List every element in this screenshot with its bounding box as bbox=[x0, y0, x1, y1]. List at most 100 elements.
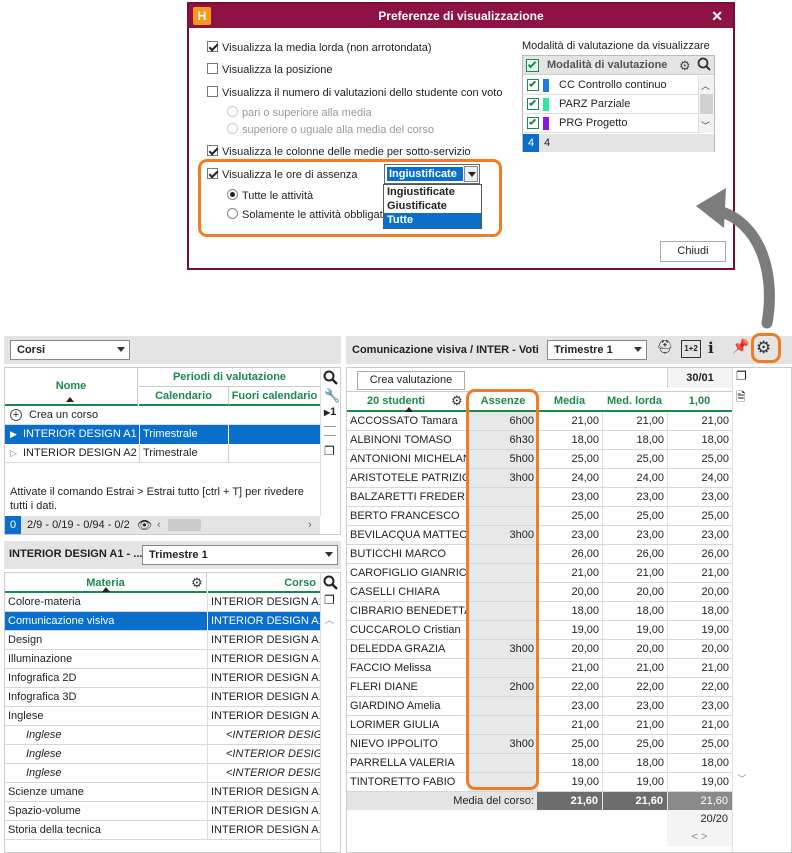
subject-row[interactable]: Illuminazione INTERIOR DESIGN A1 bbox=[5, 650, 320, 669]
chevron-left-icon[interactable]: ‹ bbox=[157, 516, 161, 534]
create-course-row[interactable]: + Crea un corso bbox=[5, 406, 320, 425]
student-row[interactable]: DELEDDA GRAZIA 3h00 20,00 20,00 20,00 bbox=[347, 640, 732, 659]
trimestre-select[interactable]: Trimestre 1 bbox=[142, 545, 338, 565]
copy-icon[interactable]: ❐ bbox=[324, 444, 335, 458]
checkbox-checked-icon[interactable] bbox=[527, 98, 539, 110]
subject-row[interactable]: Design INTERIOR DESIGN A1 bbox=[5, 631, 320, 650]
student-row[interactable]: CUCCAROLO Cristian 19,00 19,00 19,00 bbox=[347, 621, 732, 640]
checkbox-checked-icon[interactable] bbox=[207, 41, 218, 52]
chevron-up-icon[interactable]: ︿ bbox=[701, 79, 710, 92]
gear-icon[interactable]: ⚙ bbox=[679, 58, 691, 74]
sub-option-pari[interactable]: pari o superiore alla media bbox=[227, 106, 372, 119]
student-row[interactable]: CASELLI CHIARA 20,00 20,00 20,00 bbox=[347, 583, 732, 602]
radio-icon[interactable] bbox=[227, 208, 238, 219]
student-row[interactable]: GIARDINO Amelia 23,00 23,00 23,00 bbox=[347, 697, 732, 716]
document-icon[interactable]: 🗎 bbox=[736, 388, 746, 409]
subject-row[interactable]: Infografica 2D INTERIOR DESIGN A1 bbox=[5, 669, 320, 688]
col-calendario-header[interactable]: Calendario bbox=[139, 387, 229, 406]
students-header[interactable]: 20 studenti bbox=[367, 395, 425, 407]
course-row-selected[interactable]: ▶ INTERIOR DESIGN A1 Trimestrale bbox=[5, 425, 320, 444]
gear-icon[interactable]: ⚙ bbox=[191, 573, 203, 593]
option-colonne-medie[interactable]: Visualizza le colonne delle medie per so… bbox=[207, 145, 471, 158]
dropdown-arrow-icon[interactable] bbox=[464, 166, 478, 182]
modalita-row[interactable]: PRG Progetto bbox=[523, 114, 698, 133]
subject-row[interactable]: Comunicazione visiva INTERIOR DESIGN A1 bbox=[5, 612, 320, 631]
assessment-date[interactable]: 30/01 bbox=[667, 368, 732, 388]
copy-icon[interactable]: ❐ bbox=[736, 369, 747, 383]
dropdown-option[interactable]: Ingiustificate bbox=[384, 185, 481, 199]
check-all-icon[interactable] bbox=[526, 59, 539, 72]
create-assessment-button[interactable]: Crea valutazione bbox=[357, 371, 465, 390]
trimestre-select[interactable]: Trimestre 1 bbox=[547, 340, 647, 360]
radio-tutte[interactable]: Tutte le attività bbox=[227, 189, 313, 202]
student-row[interactable]: BUTICCHI MARCO 26,00 26,00 26,00 bbox=[347, 545, 732, 564]
wrench-icon[interactable]: 🔧 bbox=[324, 388, 340, 404]
radio-selected-icon[interactable] bbox=[227, 189, 238, 200]
scroll-thumb[interactable] bbox=[700, 94, 713, 114]
student-row[interactable]: ARISTOTELE PATRIZIO 3h00 24,00 24,00 24,00 bbox=[347, 469, 732, 488]
subject-row[interactable]: Inglese <INTERIOR DESIG bbox=[5, 745, 320, 764]
subject-row[interactable]: Spazio-volume INTERIOR DESIGN A1 bbox=[5, 802, 320, 821]
option-posizione[interactable]: Visualizza la posizione bbox=[207, 63, 332, 76]
student-row[interactable]: PARRELLA VALERIA 18,00 18,00 18,00 bbox=[347, 754, 732, 773]
checkbox-checked-icon[interactable] bbox=[207, 145, 218, 156]
col-corso-header[interactable]: Corso bbox=[208, 573, 320, 593]
option-num-valutazioni[interactable]: Visualizza il numero di valutazioni dell… bbox=[207, 86, 502, 99]
expand-icon[interactable]: ▷ bbox=[10, 444, 17, 463]
sub-option-superiore[interactable]: superiore o uguale alla media del corso bbox=[227, 123, 434, 136]
student-row[interactable]: BERTO FRANCESCO 25,00 25,00 25,00 bbox=[347, 507, 732, 526]
course-row[interactable]: ▷ INTERIOR DESIGN A2 Trimestrale bbox=[5, 444, 320, 463]
student-row[interactable]: BALZARETTI FREDERICO23,0023,0023,00 bbox=[347, 488, 732, 507]
col-nome-header[interactable]: Nome bbox=[5, 368, 138, 406]
col-med-lorda-header[interactable]: Med. lorda bbox=[602, 395, 667, 407]
dropdown-option[interactable]: Giustificate bbox=[384, 199, 481, 213]
chevron-right-icon[interactable]: › bbox=[308, 516, 312, 534]
dropdown-option-selected[interactable]: Tutte bbox=[384, 213, 481, 228]
info-icon[interactable]: i bbox=[708, 339, 714, 357]
subject-row[interactable]: Colore-materia INTERIOR DESIGN A1 bbox=[5, 593, 320, 612]
modalita-scrollbar[interactable]: ︿ ﹀ bbox=[698, 76, 714, 133]
student-row[interactable]: TINTORETTO FABIO 19,00 19,00 19,00 bbox=[347, 773, 732, 792]
student-row[interactable]: BEVILACQUA MATTEO 3h00 23,00 23,00 23,00 bbox=[347, 526, 732, 545]
student-row[interactable]: ANTONIONI MICHELANGELO5h0025,0025,0025,0… bbox=[347, 450, 732, 469]
checkbox-checked-icon[interactable] bbox=[527, 117, 539, 129]
student-row[interactable]: ACCOSSATO Tamara 6h00 21,00 21,00 21,00 bbox=[347, 412, 732, 431]
student-row[interactable]: CIBRARIO BENEDETTA 18,00 18,00 18,00 bbox=[347, 602, 732, 621]
col-fuori-header[interactable]: Fuori calendario bbox=[229, 387, 320, 406]
radio-icon[interactable] bbox=[227, 123, 238, 134]
corsi-select[interactable]: Corsi bbox=[10, 340, 130, 360]
expand-icon[interactable]: ▶ bbox=[10, 425, 17, 444]
close-icon[interactable]: ✕ bbox=[711, 4, 723, 28]
filter-count[interactable]: ▶1 bbox=[324, 406, 336, 418]
add-icon[interactable]: + bbox=[10, 409, 22, 421]
option-ore-assenza[interactable]: Visualizza le ore di assenza bbox=[207, 168, 358, 181]
option-media-lorda[interactable]: Visualizza la media lorda (non arrotonda… bbox=[207, 41, 432, 54]
subject-row[interactable]: Storia della tecnica INTERIOR DESIGN A1 bbox=[5, 821, 320, 840]
chevron-down-icon[interactable]: ﹀ bbox=[732, 772, 752, 790]
subject-row[interactable]: Infografica 3D INTERIOR DESIGN A1 bbox=[5, 688, 320, 707]
subject-row[interactable]: Inglese INTERIOR DESIGN A1 bbox=[5, 707, 320, 726]
search-icon[interactable] bbox=[323, 370, 338, 385]
modalita-row[interactable]: PARZ Parziale bbox=[523, 95, 698, 114]
student-row[interactable]: CAROFIGLIO GIANRICO 21,00 21,00 21,00 bbox=[347, 564, 732, 583]
radio-obbligatorie[interactable]: Solamente le attività obbligatorie bbox=[227, 208, 385, 221]
student-row[interactable]: LORIMER GIULIA 21,00 21,00 21,00 bbox=[347, 716, 732, 735]
modalita-row[interactable]: CC Controllo continuo bbox=[523, 76, 698, 95]
copy-icon[interactable]: ❐ bbox=[324, 593, 335, 607]
student-row[interactable]: NIEVO IPPOLITO 3h00 25,00 25,00 25,00 bbox=[347, 735, 732, 754]
student-row[interactable]: FACCIO Melissa 21,00 21,00 21,00 bbox=[347, 659, 732, 678]
checkbox-icon[interactable] bbox=[207, 63, 218, 74]
checkbox-checked-icon[interactable] bbox=[527, 79, 539, 91]
subject-row[interactable]: Inglese <INTERIOR DESIG bbox=[5, 764, 320, 783]
search-icon[interactable] bbox=[697, 57, 711, 71]
chevron-down-icon[interactable]: ﹀ bbox=[701, 119, 710, 132]
col-coefficient-header[interactable]: 1,00 bbox=[667, 395, 732, 407]
teacher-icon[interactable]: ⛑ bbox=[656, 339, 674, 359]
search-icon[interactable] bbox=[323, 575, 338, 590]
gear-icon[interactable]: ⚙ bbox=[451, 393, 463, 409]
list-icon[interactable] bbox=[324, 426, 336, 436]
chevron-up-icon[interactable]: ︿ bbox=[325, 613, 334, 626]
student-row[interactable]: ALBINONI TOMASO 6h30 18,00 18,00 18,00 bbox=[347, 431, 732, 450]
radio-icon[interactable] bbox=[227, 106, 238, 117]
gear-icon[interactable]: ⚙ bbox=[756, 338, 771, 358]
